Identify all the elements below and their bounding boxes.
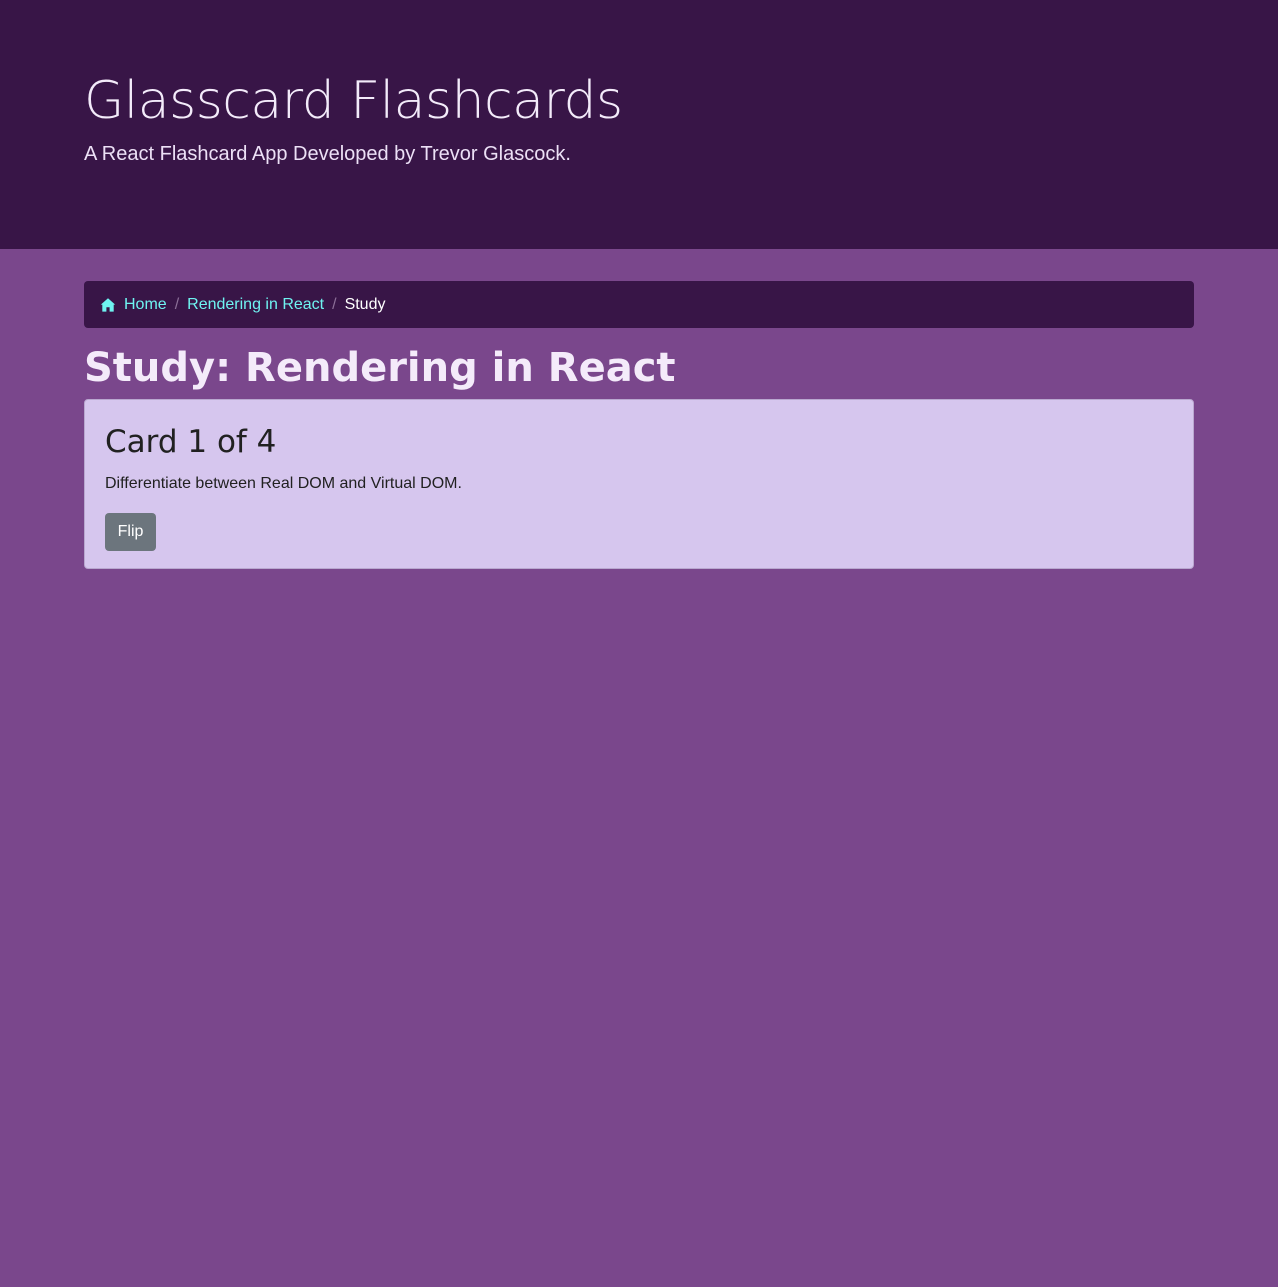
breadcrumb-home-label: Home xyxy=(124,295,167,313)
main-container: Home / Rendering in React / Study Study:… xyxy=(84,281,1194,569)
card-question-text: Differentiate between Real DOM and Virtu… xyxy=(105,475,462,492)
breadcrumb-separator: / xyxy=(332,295,337,313)
page-title: Study: Rendering in React xyxy=(84,345,676,391)
app-subtitle: A React Flashcard App Developed by Trevo… xyxy=(84,143,571,165)
flip-button[interactable]: Flip xyxy=(105,513,156,551)
card-counter-title: Card 1 of 4 xyxy=(105,424,277,460)
breadcrumb-home-link[interactable]: Home xyxy=(100,296,167,314)
app-title: Glasscard Flashcards xyxy=(84,71,623,131)
home-icon xyxy=(100,297,116,312)
breadcrumb-separator: / xyxy=(174,295,180,313)
breadcrumb: Home / Rendering in React / Study xyxy=(84,281,1194,328)
flashcard: Card 1 of 4 Differentiate between Real D… xyxy=(84,399,1194,569)
breadcrumb-current: Study xyxy=(344,295,386,313)
breadcrumb-deck-link[interactable]: Rendering in React xyxy=(187,296,324,314)
site-header: Glasscard Flashcards A React Flashcard A… xyxy=(0,0,1278,249)
